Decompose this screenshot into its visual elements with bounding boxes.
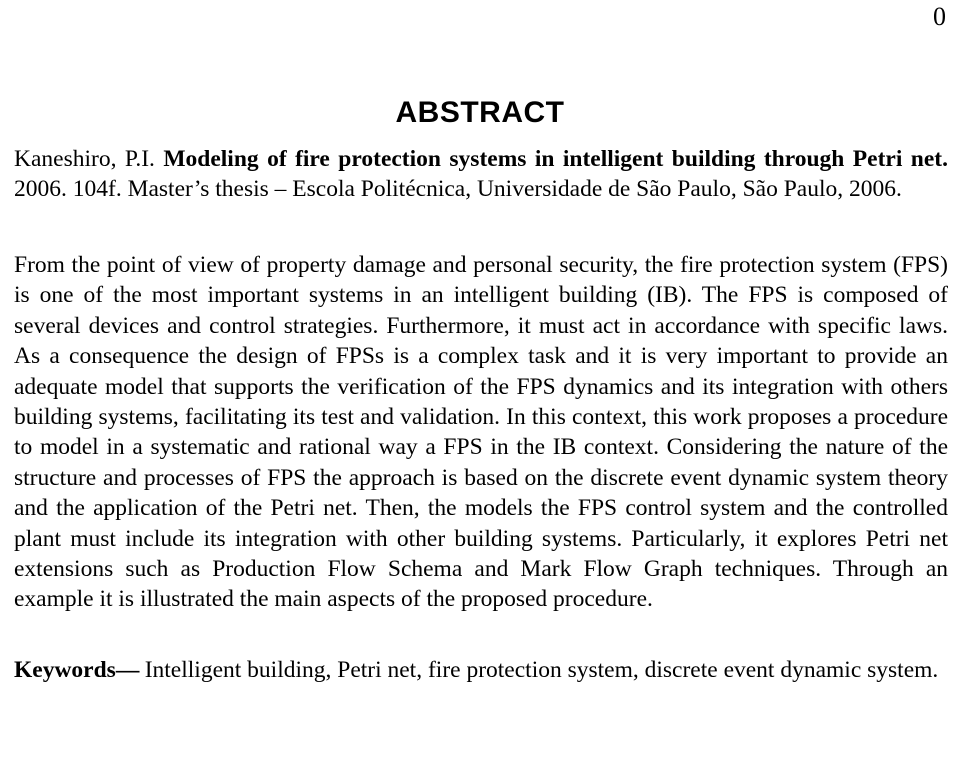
abstract-paragraph: From the point of view of property damag… (14, 252, 948, 613)
page-number: 0 (933, 2, 946, 31)
document-page: 0 ABSTRACT Kaneshiro, P.I. Modeling of f… (0, 0, 960, 762)
document-content: Kaneshiro, P.I. Modeling of fire protect… (14, 144, 948, 685)
citation-block: Kaneshiro, P.I. Modeling of fire protect… (14, 144, 948, 204)
citation-title: Modeling of fire protection systems in i… (163, 146, 948, 172)
page-title: ABSTRACT (395, 96, 565, 129)
keywords-block: Keywords— Intelligent building, Petri ne… (14, 615, 948, 685)
citation-author: Kaneshiro, P.I. (14, 146, 164, 172)
keywords-label: Keywords (14, 656, 116, 683)
citation-publication-info: 2006. 104f. Master’s thesis – Escola Pol… (14, 176, 902, 202)
em-dash-icon: — (115, 656, 140, 683)
keywords-list: Intelligent building, Petri net, fire pr… (138, 656, 939, 683)
